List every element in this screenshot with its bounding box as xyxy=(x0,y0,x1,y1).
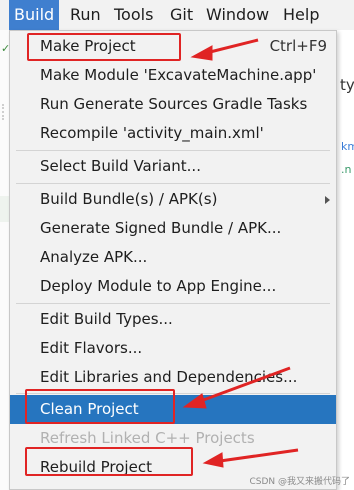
menu-item-label: Recompile 'activity_main.xml' xyxy=(40,124,264,142)
menu-item-recompile[interactable]: Recompile 'activity_main.xml' xyxy=(10,119,336,148)
annotation-box-rebuild-project xyxy=(25,447,193,476)
menu-bar: Build Run Tools Git Window Help xyxy=(0,0,354,31)
watermark: CSDN @我又来搬代码了 xyxy=(249,477,350,487)
shortcut-hint: Ctrl+F9 xyxy=(269,37,327,55)
menu-item-label: Build Bundle(s) / APK(s) xyxy=(40,190,218,208)
menu-item-label: Analyze APK... xyxy=(40,248,148,266)
menu-build[interactable]: Build xyxy=(9,0,60,30)
menu-window[interactable]: Window xyxy=(201,0,274,30)
menu-item-select-build-variant[interactable]: Select Build Variant... xyxy=(10,152,336,181)
editor-gutter-highlight xyxy=(0,196,9,222)
menu-item-edit-libraries[interactable]: Edit Libraries and Dependencies... xyxy=(10,363,336,392)
menu-git[interactable]: Git xyxy=(165,0,198,30)
menu-item-label: Edit Flavors... xyxy=(40,339,143,357)
menu-item-deploy-module[interactable]: Deploy Module to App Engine... xyxy=(10,272,336,301)
menu-item-label: Make Module 'ExcavateMachine.app' xyxy=(40,66,317,84)
menu-item-generate-signed-bundle[interactable]: Generate Signed Bundle / APK... xyxy=(10,214,336,243)
menu-separator xyxy=(16,150,330,151)
annotation-box-make-project xyxy=(27,33,181,61)
menu-item-label: Deploy Module to App Engine... xyxy=(40,277,277,295)
menu-item-analyze-apk[interactable]: Analyze APK... xyxy=(10,243,336,272)
menu-item-edit-flavors[interactable]: Edit Flavors... xyxy=(10,334,336,363)
menu-separator xyxy=(16,183,330,184)
menu-help[interactable]: Help xyxy=(278,0,324,30)
menu-separator xyxy=(16,303,330,304)
menu-item-edit-build-types[interactable]: Edit Build Types... xyxy=(10,305,336,334)
menu-item-make-module[interactable]: Make Module 'ExcavateMachine.app' xyxy=(10,61,336,90)
menu-item-build-bundle-apk[interactable]: Build Bundle(s) / APK(s) xyxy=(10,185,336,214)
menu-item-run-generate-sources[interactable]: Run Generate Sources Gradle Tasks xyxy=(10,90,336,119)
editor-text-fragment: ty xyxy=(340,76,354,94)
submenu-arrow-icon xyxy=(325,196,330,204)
menu-run[interactable]: Run xyxy=(65,0,106,30)
editor-link-fragment: km xyxy=(341,140,354,153)
gutter-dots xyxy=(2,104,9,120)
menu-item-label: Edit Build Types... xyxy=(40,310,173,328)
menu-item-label: Edit Libraries and Dependencies... xyxy=(40,368,298,386)
editor-area-right xyxy=(337,30,354,490)
editor-link-fragment: .n xyxy=(341,163,352,176)
menu-item-label: Generate Signed Bundle / APK... xyxy=(40,219,282,237)
menu-tools[interactable]: Tools xyxy=(109,0,158,30)
annotation-box-clean-project xyxy=(25,389,175,424)
menu-item-label: Select Build Variant... xyxy=(40,157,201,175)
menu-item-label: Run Generate Sources Gradle Tasks xyxy=(40,95,308,113)
